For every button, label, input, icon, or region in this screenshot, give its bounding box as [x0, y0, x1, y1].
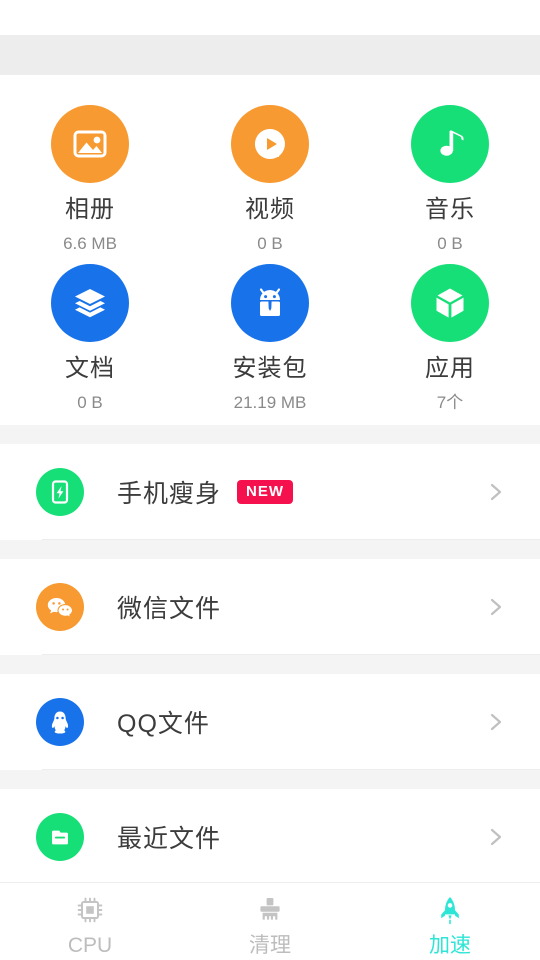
brush-icon-wrap [253, 891, 287, 929]
qq-icon-circle [36, 698, 84, 746]
category-size: 7个 [436, 393, 464, 412]
category-cell-apps[interactable]: 应用 7个 [360, 252, 540, 411]
list-item-phone-slim[interactable]: 手机瘦身 NEW [0, 444, 540, 540]
list-item-label: QQ文件 [117, 710, 210, 738]
rocket-icon-wrap [433, 891, 467, 929]
tab-boost[interactable]: 加速 [360, 883, 540, 960]
category-label: 音乐 [425, 196, 475, 223]
qq-icon [51, 711, 69, 734]
brush-icon [260, 898, 280, 920]
tab-label: 加速 [429, 934, 471, 957]
category-label: 安装包 [232, 355, 308, 382]
video-icon-circle [231, 105, 309, 183]
chevron-right-icon[interactable] [487, 598, 505, 616]
category-size: 0 B [437, 234, 463, 253]
category-size: 0 B [77, 393, 103, 412]
category-cell-music[interactable]: 音乐 0 B [360, 93, 540, 252]
category-size: 0 B [257, 234, 283, 253]
wechat-icon-circle [36, 583, 84, 631]
category-cell-docs[interactable]: 文档 0 B [0, 252, 180, 411]
category-row-1: 相册 6.6 MB 视频 0 B 音乐 0 B [0, 93, 540, 252]
chevron-right-icon[interactable] [487, 483, 505, 501]
chip-icon [77, 897, 103, 923]
list-item-wechat-files[interactable]: 微信文件 [0, 540, 540, 655]
photo-icon-circle [51, 105, 129, 183]
grid-list-separator-band [0, 425, 540, 444]
category-label: 相册 [65, 196, 115, 223]
rocket-icon [441, 897, 459, 925]
chevron-right-icon[interactable] [487, 828, 505, 846]
folder-icon-circle [36, 813, 84, 861]
top-gray-band [0, 35, 540, 75]
category-cell-photos[interactable]: 相册 6.6 MB [0, 93, 180, 252]
chip-icon-wrap [73, 891, 107, 929]
folder-icon [52, 830, 68, 845]
android-icon-circle [231, 264, 309, 342]
list-item-recent-files[interactable]: 最近文件 [0, 770, 540, 885]
wechat-icon [47, 598, 74, 619]
category-row-2: 文档 0 B 安装包 21.19 MB 应用 7个 [0, 252, 540, 411]
status-bar-spacer [0, 0, 540, 35]
category-size: 6.6 MB [63, 234, 117, 253]
category-label: 视频 [245, 196, 295, 223]
phone-bolt-icon-circle [36, 468, 84, 516]
list-item-label: 最近文件 [117, 825, 222, 853]
tab-cpu[interactable]: CPU [0, 883, 180, 960]
bottom-tab-bar: CPU 清理 加速 [0, 882, 540, 960]
photo-icon [73, 130, 107, 158]
android-icon [259, 288, 281, 316]
category-cell-videos[interactable]: 视频 0 B [180, 93, 360, 252]
new-badge: NEW [237, 480, 294, 504]
app-root: 相册 6.6 MB 视频 0 B 音乐 0 B 文档 0 B 安装包 21.19… [0, 0, 540, 960]
list-item-qq-files[interactable]: QQ文件 [0, 655, 540, 770]
list-item-label: 微信文件 [117, 595, 222, 623]
category-grid: 相册 6.6 MB 视频 0 B 音乐 0 B 文档 0 B 安装包 21.19… [0, 87, 540, 425]
grid-top-padding [0, 75, 540, 87]
category-label: 文档 [65, 355, 115, 382]
tab-label: 清理 [249, 934, 291, 957]
layers-icon [75, 289, 105, 318]
list-item-label: 手机瘦身 [117, 480, 222, 508]
chevron-right-icon[interactable] [487, 713, 505, 731]
category-label: 应用 [425, 355, 475, 382]
music-icon [440, 130, 464, 156]
layers-icon-circle [51, 264, 129, 342]
tab-label: CPU [67, 934, 113, 957]
cube-icon [436, 288, 464, 318]
category-size: 21.19 MB [233, 393, 307, 412]
tab-clean[interactable]: 清理 [180, 883, 360, 960]
category-cell-apk[interactable]: 安装包 21.19 MB [180, 252, 360, 411]
music-icon-circle [411, 105, 489, 183]
cube-icon-circle [411, 264, 489, 342]
phone-bolt-icon [51, 480, 69, 504]
video-icon [254, 129, 285, 159]
